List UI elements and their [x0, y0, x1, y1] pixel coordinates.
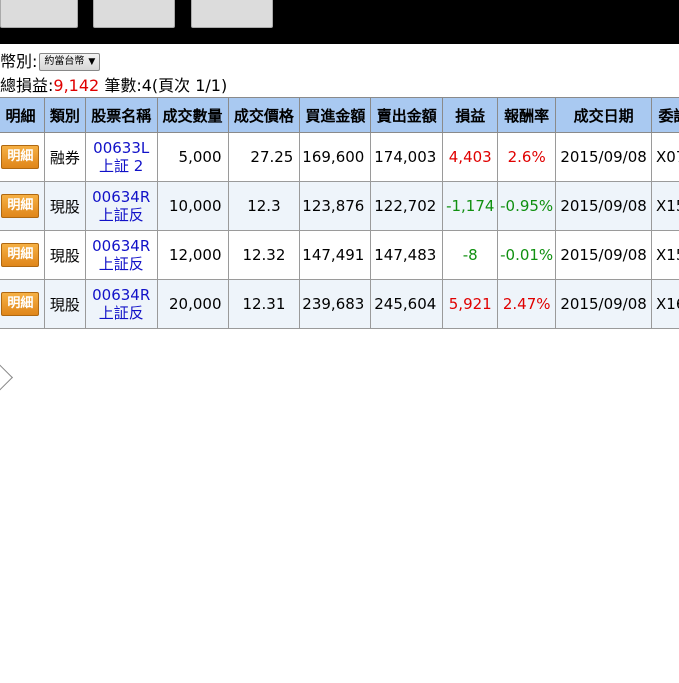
stock-name-cell: 00633L 上証 2 — [84, 132, 158, 182]
header-sell-amount: 賣出金額 — [370, 97, 444, 133]
date-cell: 2015/09/08 — [555, 181, 653, 231]
detail-cell: 明細 — [0, 279, 45, 329]
stock-code: 00634R — [92, 237, 151, 255]
header-return: 報酬率 — [497, 97, 557, 133]
stock-name: 上証 2 — [99, 157, 144, 175]
date-cell: 2015/09/08 — [555, 230, 653, 280]
date-cell: 2015/09/08 — [555, 132, 653, 182]
toolbar-button-2[interactable] — [93, 0, 175, 28]
stock-name-cell: 00634R 上証反 — [84, 230, 158, 280]
header-order: 委託 — [651, 97, 679, 133]
trade-table-container: 明細 類別 股票名稱 成交數量 成交價格 買進金額 賣出金額 損益 報酬率 成交… — [0, 97, 679, 329]
stock-name-cell: 00634R 上証反 — [84, 181, 158, 231]
buy-amount-cell: 147,491 — [299, 230, 372, 280]
price-cell: 12.3 — [227, 181, 301, 231]
sell-amount-cell: 174,003 — [370, 132, 444, 182]
profit-summary: 總損益:9,142 筆數:4(頁次 1/1) — [0, 76, 227, 96]
stock-link[interactable]: 00634R 上証反 — [92, 286, 150, 322]
record-count: 筆數:4(頁次 1/1) — [104, 76, 228, 95]
type-cell: 現股 — [43, 230, 86, 280]
toolbar-button-1[interactable] — [0, 0, 78, 28]
date-cell: 2015/09/08 — [555, 279, 653, 329]
profit-cell: 5,921 — [442, 279, 499, 329]
type-cell: 現股 — [43, 279, 86, 329]
total-profit-value: 9,142 — [53, 76, 100, 95]
profit-cell: -1,174 — [442, 181, 499, 231]
return-cell: -0.95% — [497, 181, 557, 231]
price-cell: 12.32 — [227, 230, 301, 280]
detail-button[interactable]: 明細 — [1, 243, 40, 267]
return-cell: 2.6% — [497, 132, 557, 182]
buy-amount-cell: 239,683 — [299, 279, 372, 329]
detail-cell: 明細 — [0, 181, 45, 231]
header-type: 類別 — [43, 97, 86, 133]
buy-amount-cell: 169,600 — [299, 132, 372, 182]
detail-button[interactable]: 明細 — [1, 292, 40, 316]
type-cell: 現股 — [43, 181, 86, 231]
detail-cell: 明細 — [0, 230, 45, 280]
header-detail: 明細 — [0, 97, 45, 133]
stock-code: 00634R — [92, 286, 151, 304]
detail-cell: 明細 — [0, 132, 45, 182]
table-header-row: 明細 類別 股票名稱 成交數量 成交價格 買進金額 賣出金額 損益 報酬率 成交… — [0, 97, 679, 133]
total-profit-label: 總損益: — [0, 76, 54, 95]
sell-amount-cell: 147,483 — [370, 230, 444, 280]
stock-link[interactable]: 00633L 上証 2 — [93, 139, 149, 175]
sell-amount-cell: 245,604 — [370, 279, 444, 329]
order-cell: X16 — [651, 279, 679, 329]
price-cell: 12.31 — [227, 279, 301, 329]
stock-link[interactable]: 00634R 上証反 — [92, 188, 150, 224]
header-buy-amount: 買進金額 — [299, 97, 372, 133]
table-row: 明細 融券 00633L 上証 2 5,000 27.25 169,600 174… — [0, 132, 679, 182]
quantity-cell: 10,000 — [156, 181, 229, 231]
stock-code: 00633L — [93, 139, 150, 157]
stock-code: 00634R — [92, 188, 151, 206]
quantity-cell: 20,000 — [156, 279, 229, 329]
toolbar-button-3[interactable] — [191, 0, 273, 28]
stock-name: 上証反 — [98, 304, 144, 322]
stock-name: 上証反 — [98, 206, 144, 224]
order-cell: X07 — [651, 132, 679, 182]
header-profit: 損益 — [442, 97, 499, 133]
currency-select[interactable]: 約當台幣 ▼ — [39, 52, 101, 71]
table-row: 明細 現股 00634R 上証反 12,000 12.32 147,491 147… — [0, 230, 679, 280]
type-cell: 融券 — [43, 132, 86, 182]
buy-amount-cell: 123,876 — [299, 181, 372, 231]
price-cell: 27.25 — [227, 132, 301, 182]
stock-name: 上証反 — [98, 255, 144, 273]
stock-name-cell: 00634R 上証反 — [84, 279, 158, 329]
return-cell: -0.01% — [497, 230, 557, 280]
quantity-cell: 12,000 — [156, 230, 229, 280]
trade-table: 明細 類別 股票名稱 成交數量 成交價格 買進金額 賣出金額 損益 報酬率 成交… — [0, 97, 679, 329]
header-date: 成交日期 — [555, 97, 653, 133]
profit-cell: 4,403 — [442, 132, 499, 182]
sell-amount-cell: 122,702 — [370, 181, 444, 231]
chevron-right-icon[interactable] — [0, 364, 13, 391]
header-quantity: 成交數量 — [156, 97, 229, 133]
currency-label: 幣別: — [0, 52, 38, 71]
order-cell: X15 — [651, 181, 679, 231]
return-cell: 2.47% — [497, 279, 557, 329]
order-cell: X15 — [651, 230, 679, 280]
detail-button[interactable]: 明細 — [1, 194, 40, 218]
currency-selected-value: 約當台幣 — [44, 55, 85, 67]
quantity-cell: 5,000 — [156, 132, 229, 182]
dropdown-arrow-icon: ▼ — [88, 56, 96, 67]
detail-button[interactable]: 明細 — [1, 145, 40, 169]
table-row: 明細 現股 00634R 上証反 10,000 12.3 123,876 122,… — [0, 181, 679, 231]
header-stock-name: 股票名稱 — [84, 97, 158, 133]
top-toolbar — [0, 0, 679, 44]
currency-filter: 幣別: 約當台幣 ▼ — [0, 52, 101, 72]
stock-link[interactable]: 00634R 上証反 — [92, 237, 150, 273]
profit-cell: -8 — [442, 230, 499, 280]
table-row: 明細 現股 00634R 上証反 20,000 12.31 239,683 245… — [0, 279, 679, 329]
header-price: 成交價格 — [227, 97, 301, 133]
